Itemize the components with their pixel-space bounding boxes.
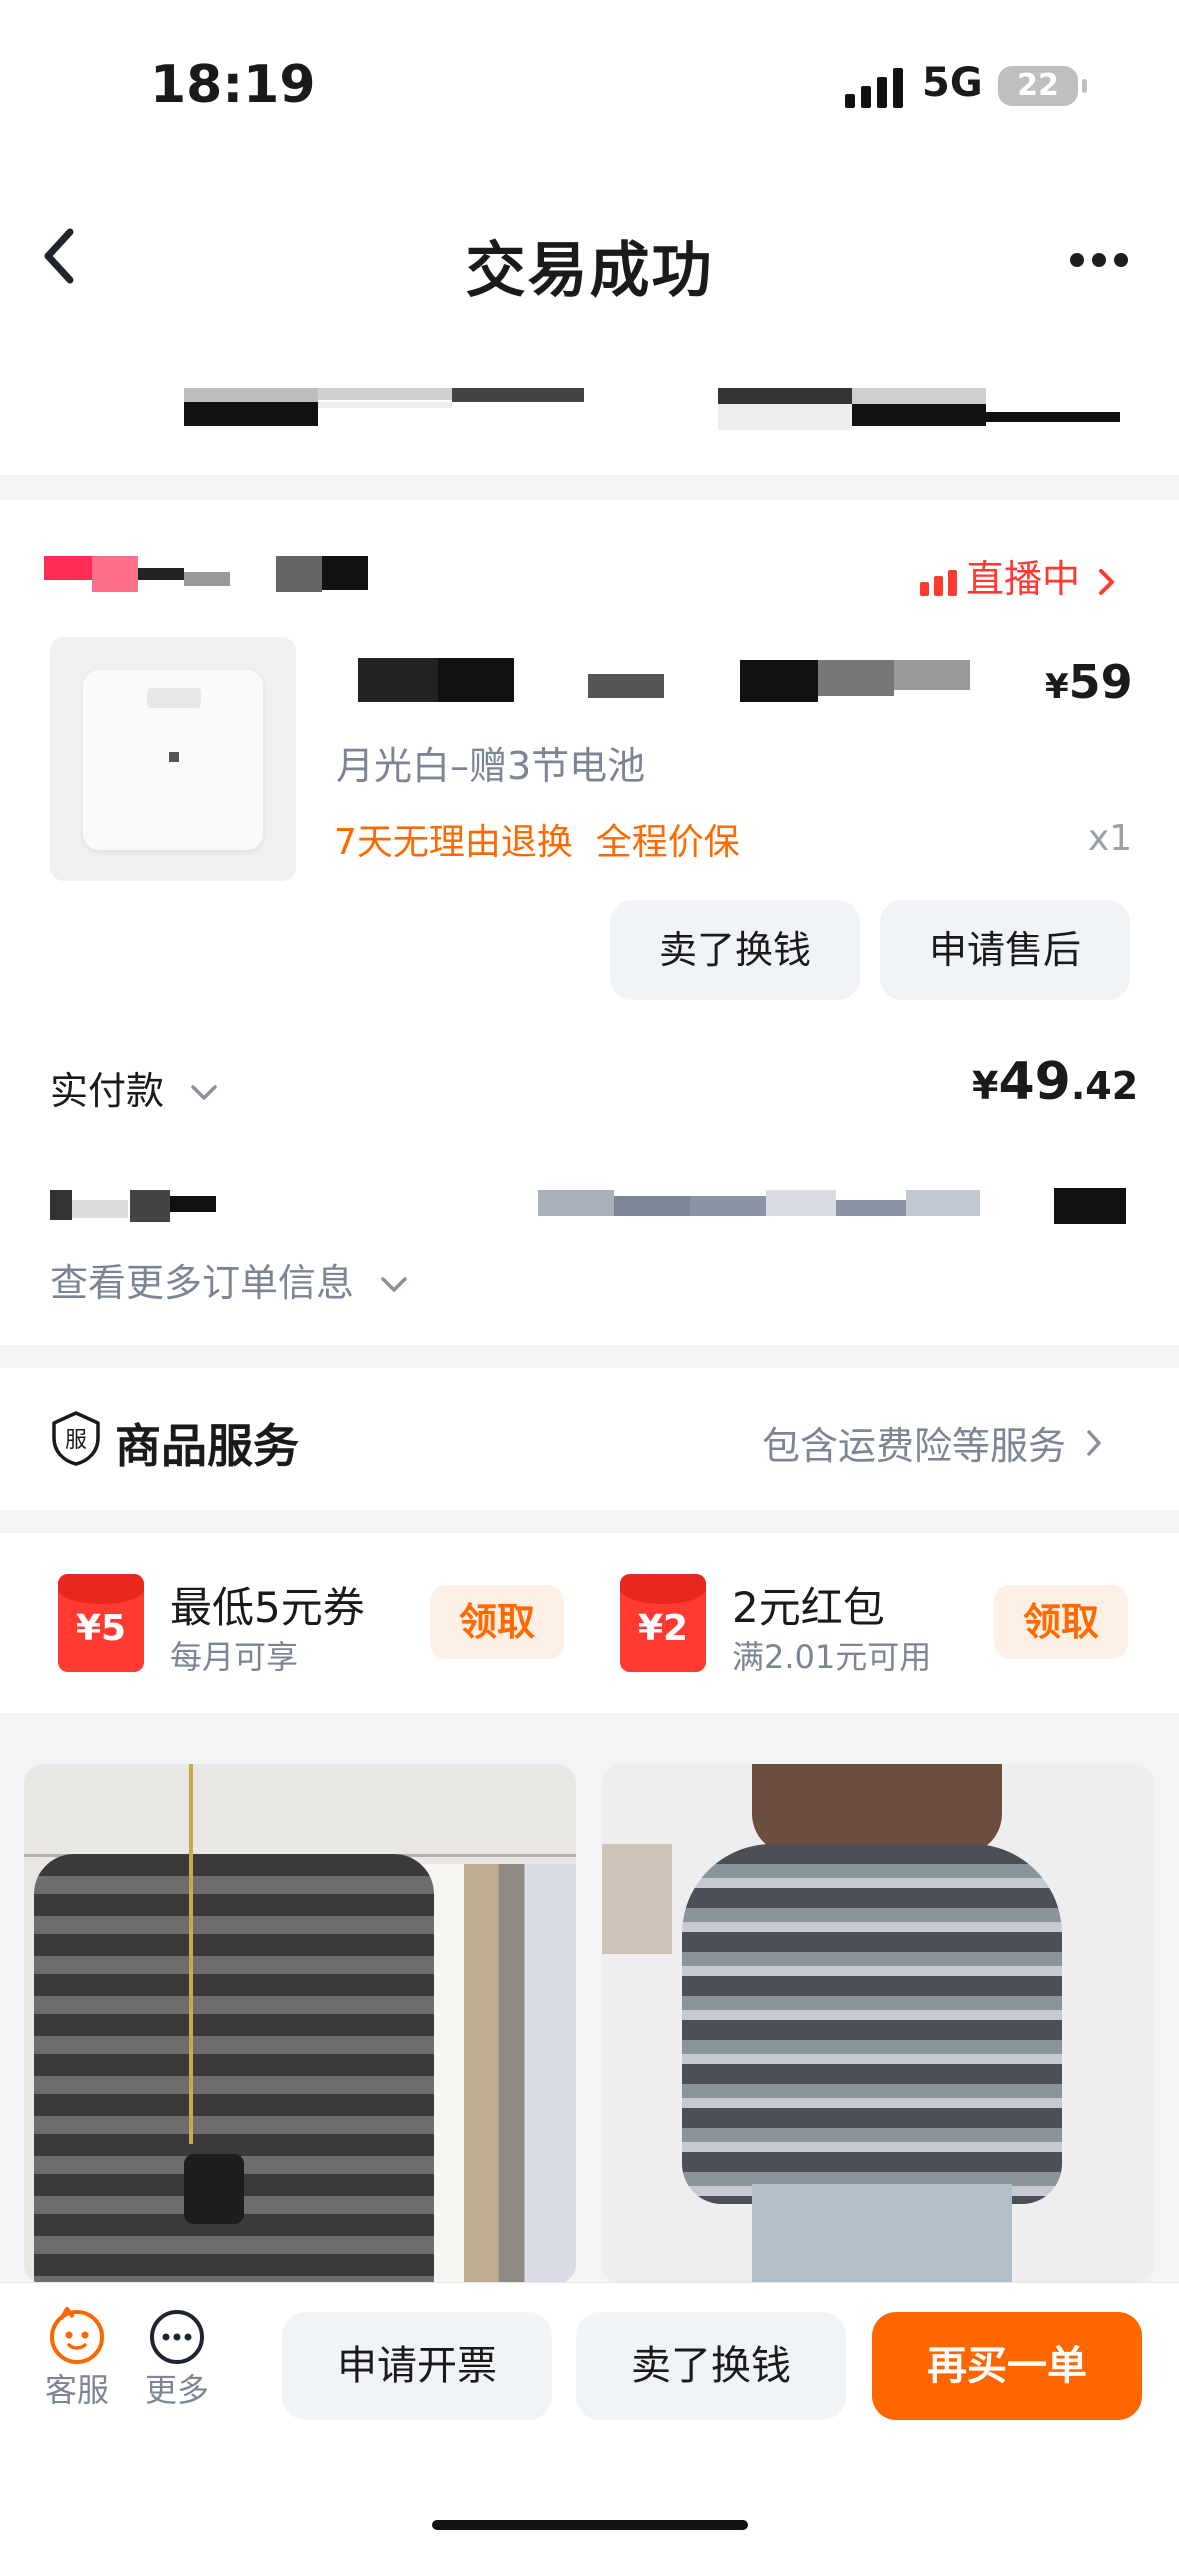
product-price: ¥59 — [1045, 655, 1133, 709]
shield-service-icon: 服 — [52, 1411, 100, 1466]
more-label: 更多 — [144, 2371, 209, 2409]
customer-service-icon — [50, 2307, 104, 2364]
customer-service-label: 客服 — [44, 2371, 109, 2409]
customer-service-button[interactable]: 客服 — [32, 2305, 122, 2411]
service-title: 商品服务 — [115, 1419, 299, 1473]
red-envelope-icon: ¥2 — [620, 1574, 706, 1672]
chevron-right-icon — [1087, 1430, 1101, 1456]
chevron-down-icon — [381, 1277, 407, 1292]
signal-icon — [845, 68, 903, 108]
more-options-icon[interactable] — [1070, 252, 1136, 271]
paid-amount: ¥49.42 — [972, 1052, 1139, 1112]
chevron-down-icon — [191, 1085, 217, 1100]
coupon-title: 最低5元券 — [170, 1583, 365, 1632]
page-title: 交易成功 — [465, 236, 714, 306]
sell-button[interactable]: 卖了换钱 — [610, 900, 860, 1000]
service-tags: 7天无理由退换 全程价保 — [334, 822, 740, 863]
network-label: 5G — [922, 60, 983, 106]
buy-again-button[interactable]: 再买一单 — [872, 2312, 1142, 2420]
home-indicator — [432, 2520, 748, 2530]
more-icon — [150, 2310, 204, 2364]
more-button[interactable]: 更多 — [132, 2305, 222, 2411]
live-bars-icon — [920, 569, 957, 596]
product-quantity: x1 — [1088, 818, 1133, 859]
claim-button[interactable]: 领取 — [430, 1585, 564, 1659]
recommended-product-2[interactable] — [602, 1764, 1154, 2284]
recommended-product-1[interactable] — [24, 1764, 576, 2284]
coupon-title: 2元红包 — [732, 1583, 885, 1632]
svg-text:服: 服 — [65, 1428, 87, 1453]
battery-icon: 22 — [998, 66, 1078, 106]
product-spec: 月光白–赠3节电池 — [336, 744, 646, 788]
chevron-right-icon — [1099, 568, 1115, 595]
status-time: 18:19 — [150, 55, 316, 115]
coupon-subtitle: 每月可享 — [170, 1638, 299, 1676]
live-status[interactable]: 直播中 — [920, 548, 1118, 603]
battery-cap — [1082, 79, 1087, 93]
sell-for-cash-button[interactable]: 卖了换钱 — [576, 2312, 846, 2420]
after-sale-button[interactable]: 申请售后 — [880, 900, 1130, 1000]
service-detail[interactable]: 包含运费险等服务 — [762, 1415, 1104, 1470]
red-envelope-icon: ¥5 — [58, 1574, 144, 1672]
claim-button[interactable]: 领取 — [994, 1585, 1128, 1659]
paid-label[interactable]: 实付款 — [50, 1060, 220, 1115]
scale-image — [83, 670, 263, 850]
request-invoice-button[interactable]: 申请开票 — [282, 2312, 552, 2420]
more-order-info[interactable]: 查看更多订单信息 — [50, 1252, 410, 1307]
nav-bar — [0, 170, 1179, 475]
live-label: 直播中 — [966, 557, 1081, 601]
coupon-subtitle: 满2.01元可用 — [732, 1638, 932, 1676]
